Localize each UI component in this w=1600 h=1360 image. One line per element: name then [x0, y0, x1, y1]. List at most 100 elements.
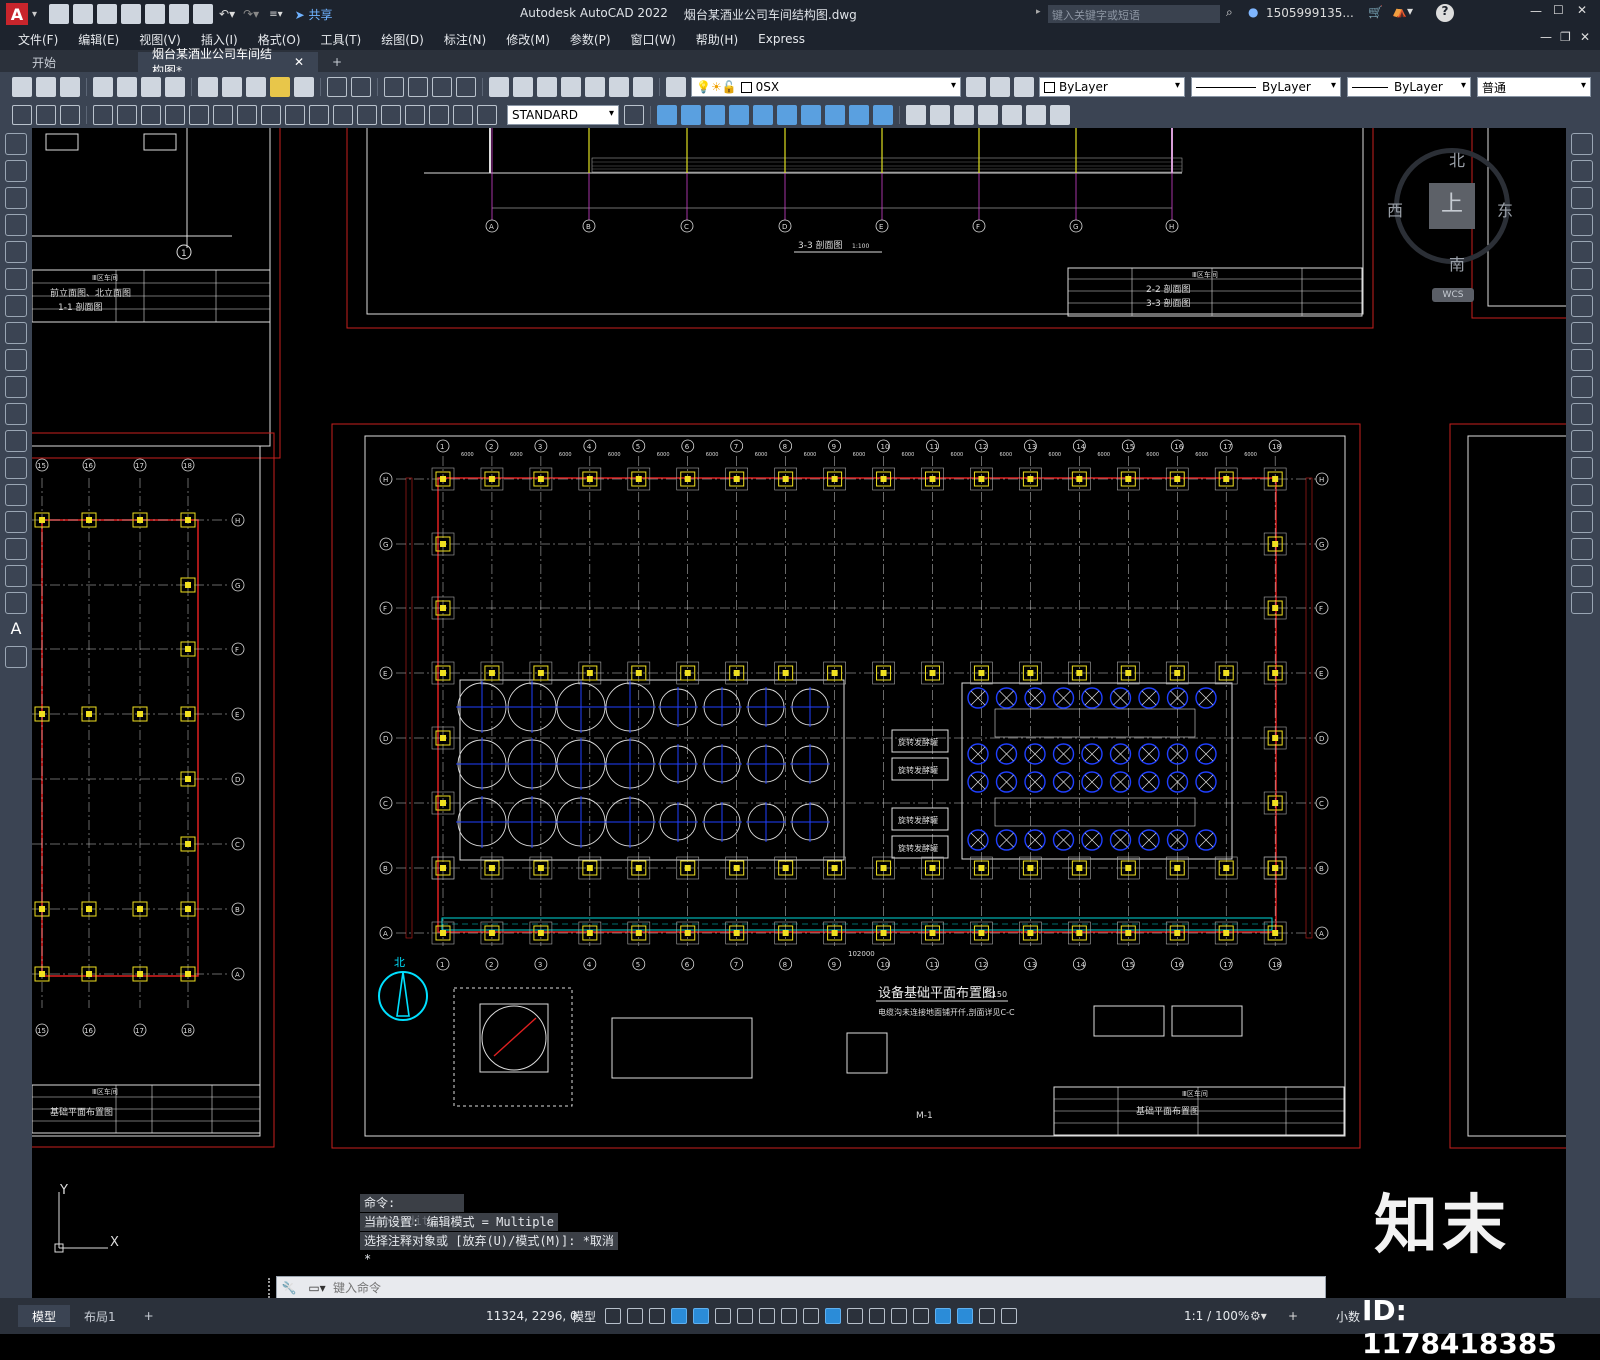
diameter-dim-icon[interactable] — [165, 105, 185, 125]
infer-constraints-icon[interactable] — [649, 1308, 665, 1324]
line-icon[interactable] — [5, 133, 27, 155]
doc-close-icon[interactable]: ✕ — [1580, 30, 1590, 44]
arc-length-icon[interactable] — [60, 105, 80, 125]
open-icon[interactable] — [36, 77, 56, 97]
continue-dim-icon[interactable] — [261, 105, 281, 125]
visual-style-icon[interactable] — [906, 105, 926, 125]
trim-icon[interactable] — [1571, 376, 1593, 398]
dimstyle-dropdown[interactable]: STANDARD — [507, 105, 619, 125]
light-icon[interactable] — [954, 105, 974, 125]
ucs-world-icon[interactable] — [753, 105, 773, 125]
match-properties-icon[interactable] — [270, 77, 290, 97]
window-minimize-icon[interactable]: — — [1530, 4, 1542, 18]
command-input[interactable] — [333, 1281, 1293, 1295]
camera-icon[interactable] — [1026, 105, 1046, 125]
cart-icon[interactable]: 🛒 — [1368, 5, 1383, 19]
circle-icon[interactable] — [5, 295, 27, 317]
object-snap-tracking-icon[interactable] — [759, 1308, 775, 1324]
ellipse-arc-icon[interactable] — [5, 403, 27, 425]
jogged-linear-icon[interactable] — [405, 105, 425, 125]
dim-edit-icon[interactable] — [429, 105, 449, 125]
undo-icon[interactable]: ↶▾ — [219, 7, 235, 21]
print-icon[interactable] — [193, 4, 214, 24]
object-snap-icon[interactable] — [781, 1308, 797, 1324]
publish-icon[interactable] — [169, 4, 190, 24]
layout-tab-1[interactable]: 布局1 — [70, 1305, 130, 1327]
rectangle-icon[interactable] — [5, 241, 27, 263]
orbit-icon[interactable] — [681, 105, 701, 125]
table-icon[interactable] — [5, 592, 27, 614]
model-space-canvas[interactable]: 1 前立面图、北立面图 1-1 剖面图 Ⅲ区车间 3-3 剖面图 1:100 2… — [32, 128, 1566, 1298]
offset-icon[interactable] — [1571, 214, 1593, 236]
workspace-gear-icon[interactable]: ⚙▾ — [1250, 1309, 1267, 1323]
annotation-scale-icon[interactable] — [1001, 1308, 1017, 1324]
pan-icon[interactable] — [384, 77, 404, 97]
layout-tab-model[interactable]: 模型 — [18, 1305, 71, 1327]
doc-minimize-icon[interactable]: — — [1540, 30, 1552, 44]
spline-icon[interactable] — [5, 349, 27, 371]
save-as-icon[interactable] — [121, 4, 142, 24]
transparency-icon[interactable] — [825, 1308, 841, 1324]
user-icon[interactable]: ● — [1248, 5, 1258, 19]
tab-document[interactable]: 烟台某酒业公司车间结构图* ✕ — [138, 47, 318, 78]
menu-modify[interactable]: 修改(M) — [496, 31, 560, 48]
ucs-object-icon[interactable] — [825, 105, 845, 125]
viewcube-west[interactable]: 西 — [1387, 197, 1403, 221]
baseline-dim-icon[interactable] — [237, 105, 257, 125]
zoom-window-icon[interactable] — [432, 77, 452, 97]
plotstyle-dropdown[interactable]: 普通 — [1477, 77, 1591, 97]
ucs-view-icon[interactable] — [849, 105, 869, 125]
cmdline-grip[interactable] — [268, 1278, 274, 1298]
window-close-icon[interactable]: ✕ — [1577, 3, 1587, 17]
redo-icon[interactable]: ↷▾ — [243, 7, 259, 21]
units-value[interactable]: 小数 — [1330, 1308, 1366, 1325]
doc-restore-icon[interactable]: ❐ — [1560, 30, 1571, 44]
fillet-icon[interactable] — [1571, 538, 1593, 560]
qsave-icon[interactable] — [60, 77, 80, 97]
search-input[interactable]: 键入关键字或短语 — [1048, 5, 1220, 23]
arc-icon[interactable] — [5, 268, 27, 290]
viewcube[interactable]: 北 南 西 东 上 — [1387, 148, 1513, 274]
menu-tools[interactable]: 工具(T) — [311, 31, 372, 48]
menu-draw[interactable]: 绘图(D) — [371, 31, 434, 48]
viewcube-east[interactable]: 东 — [1497, 197, 1513, 221]
hatch-icon[interactable] — [5, 511, 27, 533]
named-views-icon[interactable] — [705, 105, 725, 125]
new-tab-button[interactable]: + — [318, 52, 356, 72]
globe-icon[interactable] — [165, 77, 185, 97]
layer-state-icon[interactable] — [1014, 77, 1034, 97]
menu-express[interactable]: Express — [748, 32, 815, 46]
redo-tb-icon[interactable] — [351, 77, 371, 97]
polar-tracking-icon[interactable] — [715, 1308, 731, 1324]
plot-preview-icon[interactable] — [145, 4, 166, 24]
stretch-icon[interactable] — [1571, 349, 1593, 371]
annotation-monitor-icon[interactable]: + — [1288, 1309, 1298, 1323]
3d-object-snap-icon[interactable] — [869, 1308, 885, 1324]
tab-start[interactable]: 开始 — [18, 52, 138, 72]
layer-properties-icon[interactable] — [666, 77, 686, 97]
save-icon[interactable] — [97, 4, 118, 24]
make-current-layer-icon[interactable] — [966, 77, 986, 97]
lineweight-display-icon[interactable] — [803, 1308, 819, 1324]
viewcube-top-face[interactable]: 上 — [1429, 183, 1475, 229]
design-center-icon[interactable] — [513, 77, 533, 97]
menu-window[interactable]: 窗口(W) — [621, 31, 686, 48]
layer-previous-icon[interactable] — [990, 77, 1010, 97]
inspection-icon[interactable] — [381, 105, 401, 125]
rotate-icon[interactable] — [1571, 295, 1593, 317]
ucs-icon[interactable] — [729, 105, 749, 125]
preview-icon[interactable] — [117, 77, 137, 97]
center-mark-icon[interactable] — [357, 105, 377, 125]
ucs-face-icon[interactable] — [801, 105, 821, 125]
sheet-set-icon[interactable] — [561, 77, 581, 97]
make-block-icon[interactable] — [5, 457, 27, 479]
window-maximize-icon[interactable]: ☐ — [1553, 3, 1564, 17]
point-icon[interactable] — [5, 484, 27, 506]
explode-icon[interactable] — [1571, 592, 1593, 614]
animation-icon[interactable] — [1050, 105, 1070, 125]
publish-3d-icon[interactable] — [141, 77, 161, 97]
isometric-drafting-icon[interactable] — [737, 1308, 753, 1324]
app-logo-icon[interactable]: A — [6, 3, 28, 25]
dim-style-manager-icon[interactable] — [624, 105, 644, 125]
render-icon[interactable] — [930, 105, 950, 125]
